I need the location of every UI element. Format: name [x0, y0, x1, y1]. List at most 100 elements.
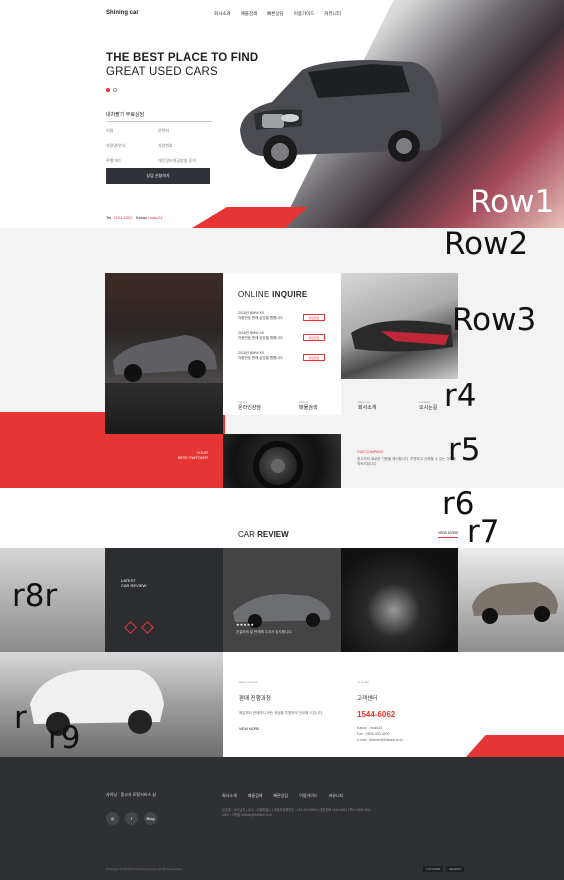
contact-line: Tel. 1544-6062 Kakao moko24: [106, 215, 163, 220]
rating-stars: ★★★★★: [236, 622, 254, 627]
slider-dot[interactable]: [113, 88, 117, 92]
process-card: sales process 판매 진행과정 매입부터 판매까지 모든 과정을 투…: [223, 652, 341, 757]
site-logo[interactable]: Shining car: [106, 10, 139, 16]
review-suv-image: [472, 582, 558, 624]
steering-wheel-photo: [223, 434, 341, 491]
annotation-r7: r7: [467, 514, 500, 550]
cs-title: 고객센터: [357, 696, 378, 702]
process-view-more[interactable]: VIEW MORE: [239, 726, 325, 732]
partner-line2: BEST PARTNER: [177, 455, 208, 460]
quick-link-en: Search: [299, 400, 309, 404]
form-divider: [106, 121, 212, 122]
submit-consult-button[interactable]: 상담 신청하기: [106, 168, 210, 184]
plate-field[interactable]: 차량번호: [158, 143, 173, 149]
kakao-id[interactable]: moko24: [148, 215, 162, 220]
quick-link-en: About us: [358, 400, 370, 404]
inquire-item[interactable]: 2018년 BMW X5 차량번호 판매 상담을 원합니다.: [238, 331, 284, 341]
partner-text: YOUR BEST PARTNER: [160, 450, 208, 460]
process-title: 판매 진행과정: [239, 696, 271, 702]
quick-link-inquire[interactable]: Inquire 온라인상담: [238, 400, 261, 411]
footer-nav-item[interactable]: 빠른상담: [273, 793, 288, 799]
quick-link-search[interactable]: Search 매물검색: [299, 400, 317, 411]
nav-item-guide[interactable]: 이용가이드: [294, 11, 315, 17]
company-intro: OUR COMPANY 중고차의 새로운 기준을 제시합니다. 투명하고 신뢰할…: [357, 450, 457, 467]
footer-tag[interactable]: SEARCH: [445, 866, 465, 872]
process-small-title: sales process: [239, 680, 258, 684]
footer-nav-item[interactable]: 이용가이드: [299, 793, 317, 799]
review-car-photo[interactable]: [223, 548, 341, 652]
taillight-image: [351, 320, 453, 352]
name-field[interactable]: 이름: [106, 128, 113, 134]
cs-small-title: cs center: [357, 680, 370, 684]
nav-item-about[interactable]: 회사소개: [214, 11, 231, 17]
inquire-item-desc: 차량번호 판매 상담을 원합니다.: [238, 336, 284, 340]
review-sedan-image: [233, 594, 331, 628]
tel-label: Tel.: [106, 215, 113, 220]
cs-phone[interactable]: 1544-6062: [357, 710, 548, 719]
view-more-link[interactable]: VIEW MORE: [438, 531, 458, 538]
footer-nav-item[interactable]: 회사소개: [222, 793, 237, 799]
cs-email[interactable]: e-mail : fullweb@fullweb.co.kr: [357, 738, 403, 742]
slider-dot-active[interactable]: [106, 88, 110, 92]
instagram-icon[interactable]: ◎: [106, 812, 119, 825]
mileage-field[interactable]: 주행거리: [106, 158, 121, 164]
company-text: 중고차의 새로운 기준을 제시합니다. 투명하고 신뢰할 수 있는 거래를 약속…: [357, 457, 456, 466]
review-title-bold: REVIEW: [257, 530, 289, 539]
privacy-checkbox[interactable]: 개인정보취급방침 동의: [158, 158, 196, 164]
inquire-title-bold: INQUIRE: [272, 290, 308, 299]
annotation-r4: r4: [444, 378, 477, 414]
quick-link-ko: 매물검색: [299, 405, 318, 411]
kakao-label: Kakao: [135, 215, 148, 220]
status-badge: 상담완료: [303, 354, 325, 361]
main-nav: 회사소개 매물검색 빠른상담 이용가이드 커뮤니티: [214, 11, 341, 17]
copyright: Copyright © adc1004.shiningcorp.com All …: [106, 867, 183, 871]
quick-link-location[interactable]: Location 오시는길: [419, 400, 437, 411]
white-suv-photo: [0, 652, 223, 757]
latest-line2: CAR REVIEW: [121, 583, 147, 588]
site-footer: [0, 757, 564, 880]
latest-review-label: LATEST CAR REVIEW: [121, 578, 146, 588]
nav-item-search[interactable]: 매물검색: [241, 11, 258, 17]
annotation-row3: Row3: [452, 302, 537, 338]
review-suv-photo[interactable]: [458, 548, 564, 652]
cs-fax: Fax : 0505-300-4500: [357, 732, 390, 736]
quick-link-en: Inquire: [238, 400, 248, 404]
nav-item-quick[interactable]: 빠른상담: [267, 11, 284, 17]
inquire-item[interactable]: 2018년 BMW X5 차량번호 판매 상담을 원합니다.: [238, 351, 284, 361]
footer-brand: 샤이닝 · 중고차 토탈서비스 샵: [106, 792, 156, 797]
company-title: OUR COMPANY: [357, 450, 384, 454]
footer-nav: 회사소개 매물검색 빠른상담 이용가이드 커뮤니티: [222, 793, 343, 799]
footer-info: 상호명 : 샤이닝카 | 주소 : 서울특별시 | 사업자등록번호 : 123-…: [222, 808, 371, 817]
quick-link-ko: 오시는길: [419, 405, 438, 411]
quick-link-ko: 온라인상담: [238, 405, 262, 411]
facebook-icon[interactable]: f: [125, 812, 138, 825]
inquire-title: ONLINE INQUIRE: [238, 290, 308, 299]
footer-nav-item[interactable]: 매물검색: [248, 793, 263, 799]
blog-icon[interactable]: Blog: [144, 812, 157, 825]
annotation-row1: Row1: [470, 184, 555, 220]
nav-item-community[interactable]: 커뮤니티: [324, 11, 341, 17]
annotation-r9a: r: [14, 700, 27, 736]
latest-review-panel: [105, 548, 223, 652]
footer-tags: FULLWEB SEARCH: [423, 866, 465, 872]
quick-link-en: Location: [419, 400, 431, 404]
process-text: 매입부터 판매까지 모든 과정을 투명하게 안내해 드립니다.: [239, 711, 324, 715]
inquire-title-light: ONLINE: [238, 290, 270, 299]
inquire-item-desc: 차량번호 판매 상담을 원합니다.: [238, 356, 284, 360]
annotation-r8: r8r: [12, 578, 58, 614]
quick-link-ko: 회사소개: [358, 405, 377, 411]
footer-nav-item[interactable]: 커뮤니티: [329, 793, 344, 799]
car-model-field[interactable]: 차량명/연식: [106, 143, 126, 149]
quick-link-about[interactable]: About us 회사소개: [358, 400, 376, 411]
hero-suv-image: [240, 60, 442, 169]
form-title: 내차팔기 무료상담: [106, 112, 145, 118]
taillight-photo: [341, 273, 458, 379]
inquire-item[interactable]: 2018년 BMW X5 차량번호 판매 상담을 원합니다.: [238, 311, 284, 321]
tel-number[interactable]: 1544-6062: [113, 215, 132, 220]
status-badge: 상담완료: [303, 334, 325, 341]
review-wheel-photo[interactable]: [341, 548, 458, 652]
slider-dots: [106, 88, 117, 92]
footer-tag[interactable]: FULLWEB: [423, 866, 443, 872]
phone-field[interactable]: 연락처: [158, 128, 169, 134]
annotation-row2: Row2: [444, 226, 529, 262]
